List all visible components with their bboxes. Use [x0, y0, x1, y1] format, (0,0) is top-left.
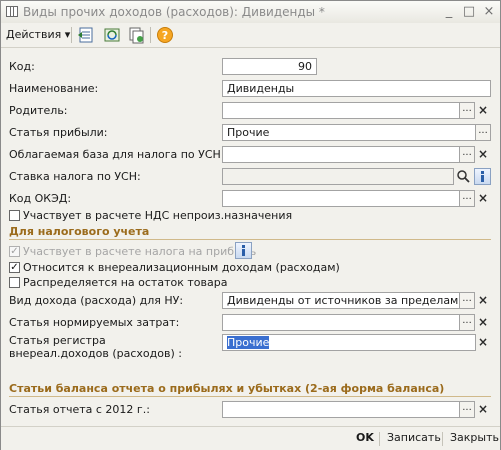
income-kind-input[interactable]: Дивиденды от источников за пределами РБ: [222, 292, 460, 309]
actions-menu-button[interactable]: Действия ▾: [6, 28, 70, 41]
help-icon[interactable]: ?: [156, 26, 174, 44]
profit-item-input[interactable]: Прочие: [222, 124, 476, 141]
okved-clear-button[interactable]: ×: [475, 190, 491, 207]
income-kind-clear-button[interactable]: ×: [475, 292, 491, 309]
form-window: Виды прочих доходов (расходов): Дивиденд…: [0, 0, 501, 450]
footer-separator: [379, 432, 380, 446]
okved-input[interactable]: [222, 190, 460, 207]
title-bar: Виды прочих доходов (расходов): Дивиденд…: [1, 1, 500, 24]
report-item-input[interactable]: [222, 401, 460, 418]
section-divider: [9, 239, 491, 240]
kod-label: Код:: [9, 60, 35, 73]
profit-tax-info-button[interactable]: [235, 242, 252, 259]
toolbar-separator: [150, 27, 151, 43]
maximize-button[interactable]: □: [461, 4, 477, 20]
copy-icon[interactable]: [127, 26, 145, 44]
chevron-down-icon: ▾: [64, 28, 71, 41]
name-input[interactable]: Дивиденды: [222, 80, 491, 97]
form-icon: [6, 6, 18, 17]
distributed-checkbox[interactable]: [9, 277, 20, 288]
non-operating-checkbox[interactable]: ✓: [9, 262, 20, 273]
usn-base-input[interactable]: [222, 146, 460, 163]
info-icon: [242, 245, 245, 256]
parent-select-button[interactable]: ...: [459, 102, 475, 119]
balance-section-header: Статьи баланса отчета о прибылях и убытк…: [9, 382, 445, 395]
kod-input[interactable]: 90: [222, 58, 317, 75]
save-button[interactable]: Записать: [387, 431, 441, 444]
usn-base-clear-button[interactable]: ×: [475, 146, 491, 163]
usn-base-select-button[interactable]: ...: [459, 146, 475, 163]
parent-clear-button[interactable]: ×: [475, 102, 491, 119]
normalized-costs-input[interactable]: [222, 314, 460, 331]
profit-item-label: Статья прибыли:: [9, 126, 108, 139]
profit-tax-label: Участвует в расчете налога на прибыль: [23, 245, 257, 258]
minimize-button[interactable]: _: [441, 4, 457, 20]
info-icon: [481, 171, 484, 182]
window-title: Виды прочих доходов (расходов): Дивиденд…: [23, 5, 325, 19]
section-divider: [9, 396, 491, 397]
income-kind-label: Вид дохода (расхода) для НУ:: [9, 294, 184, 307]
list-icon[interactable]: [77, 26, 95, 44]
footer-bar: OK Записать Закрыть: [1, 426, 500, 450]
okved-label: Код ОКЭД:: [9, 192, 72, 205]
profit-tax-checkbox[interactable]: ✓: [9, 246, 20, 257]
normalized-costs-clear-button[interactable]: ×: [475, 314, 491, 331]
vat-nonprod-label: Участвует в расчете НДС непроиз.назначен…: [23, 209, 293, 222]
usn-rate-input[interactable]: [222, 168, 454, 185]
refresh-icon[interactable]: [103, 26, 121, 44]
income-kind-select-button[interactable]: ...: [459, 292, 475, 309]
parent-input[interactable]: [222, 102, 460, 119]
report-item-label: Статья отчета с 2012 г.:: [9, 403, 150, 416]
footer-separator: [442, 432, 443, 446]
name-label: Наименование:: [9, 82, 99, 95]
register-item-input[interactable]: Прочие: [222, 334, 476, 351]
tax-section-header: Для налогового учета: [9, 225, 150, 238]
close-button[interactable]: Закрыть: [450, 431, 499, 444]
usn-rate-info-button[interactable]: [474, 168, 491, 185]
toolbar-separator: [71, 27, 72, 43]
usn-base-label: Облагаемая база для налога по УСН:: [9, 148, 225, 161]
register-item-label: Статья регистра внереал.доходов (расходо…: [9, 334, 182, 360]
close-window-button[interactable]: ×: [481, 4, 497, 20]
distributed-label: Распределяется на остаток товара: [23, 276, 228, 289]
register-item-value: Прочие: [227, 336, 270, 349]
vat-nonprod-checkbox[interactable]: [9, 210, 20, 221]
profit-item-select-button[interactable]: ...: [475, 124, 491, 141]
actions-label: Действия: [6, 28, 62, 41]
okved-select-button[interactable]: ...: [459, 190, 475, 207]
normalized-costs-select-button[interactable]: ...: [459, 314, 475, 331]
usn-rate-label: Ставка налога по УСН:: [9, 170, 141, 183]
report-item-select-button[interactable]: ...: [459, 401, 475, 418]
report-item-clear-button[interactable]: ×: [475, 401, 491, 418]
kod-value: 90: [298, 60, 312, 73]
non-operating-label: Относится к внереализационным доходам (р…: [23, 261, 340, 274]
parent-label: Родитель:: [9, 104, 68, 117]
ok-button[interactable]: OK: [356, 431, 374, 444]
svg-text:?: ?: [162, 29, 168, 42]
search-icon[interactable]: [455, 168, 471, 185]
normalized-costs-label: Статья нормируемых затрат:: [9, 316, 180, 329]
toolbar: Действия ▾ ?: [1, 23, 500, 48]
register-item-clear-button[interactable]: ×: [475, 334, 491, 351]
